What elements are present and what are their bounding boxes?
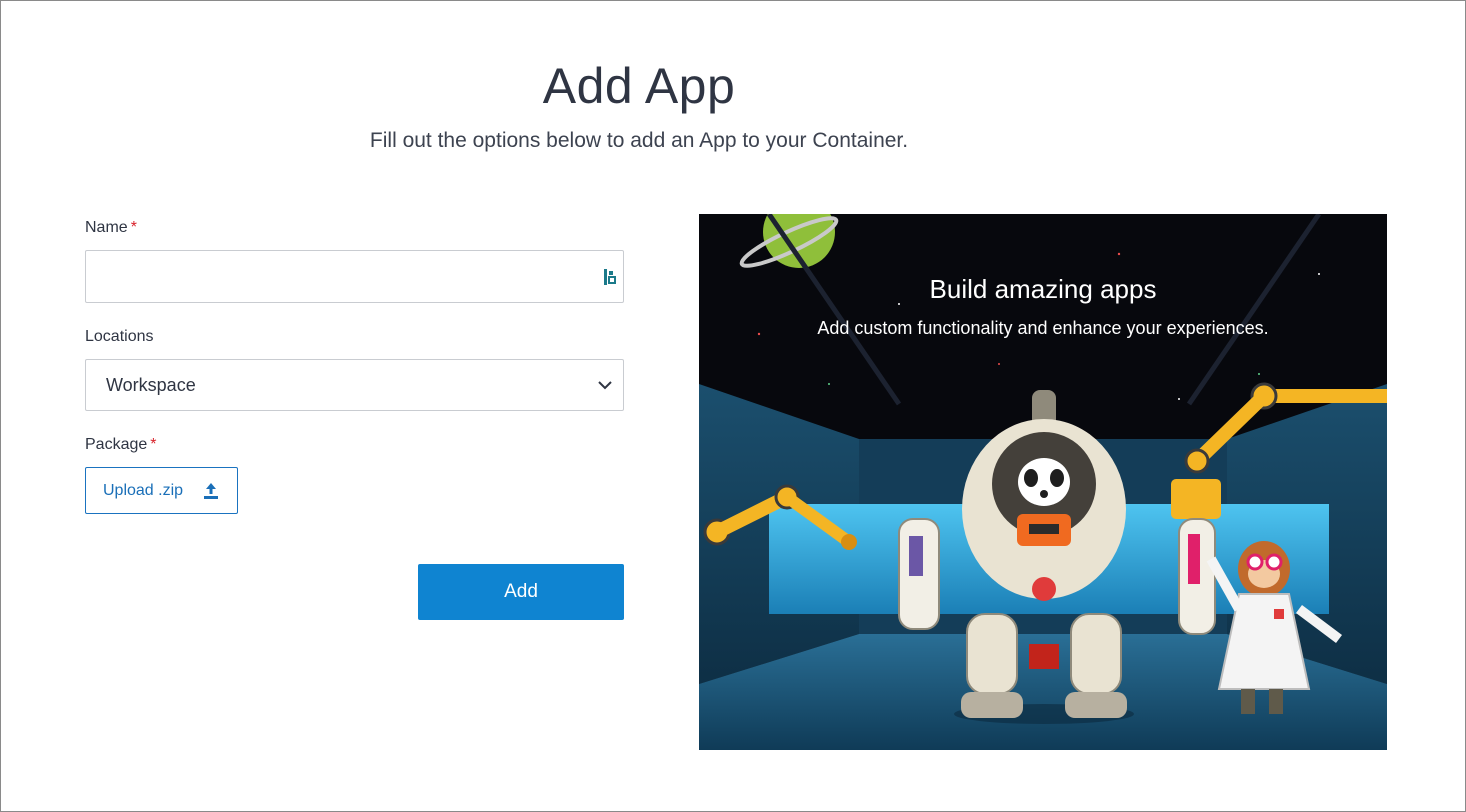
chevron-down-icon <box>598 381 612 390</box>
name-label-text: Name <box>85 219 128 236</box>
upload-zip-label: Upload .zip <box>103 481 184 499</box>
name-field <box>85 250 624 303</box>
hero-subtitle: Add custom functionality and enhance you… <box>817 318 1269 338</box>
password-manager-icon[interactable] <box>603 268 617 286</box>
name-label: Name * <box>85 219 137 237</box>
hero-title: Build amazing apps <box>929 274 1157 304</box>
page-title: Add App <box>542 58 736 114</box>
required-marker: * <box>130 219 137 236</box>
name-input[interactable] <box>86 251 623 302</box>
locations-label: Locations <box>85 328 154 345</box>
locations-selected-value: Workspace <box>106 375 196 395</box>
required-marker: * <box>150 436 157 453</box>
locations-select[interactable]: Workspace <box>85 359 624 411</box>
package-label: Package * <box>85 436 157 454</box>
window-frame: Add App Fill out the options below to ad… <box>0 0 1466 812</box>
upload-zip-button[interactable]: Upload .zip <box>85 467 238 514</box>
page-subtitle: Fill out the options below to add an App… <box>369 129 909 152</box>
upload-icon <box>204 483 218 499</box>
add-button[interactable]: Add <box>418 564 624 620</box>
package-label-text: Package <box>85 436 148 453</box>
hero-illustration: Build amazing apps Add custom functional… <box>699 214 1387 750</box>
